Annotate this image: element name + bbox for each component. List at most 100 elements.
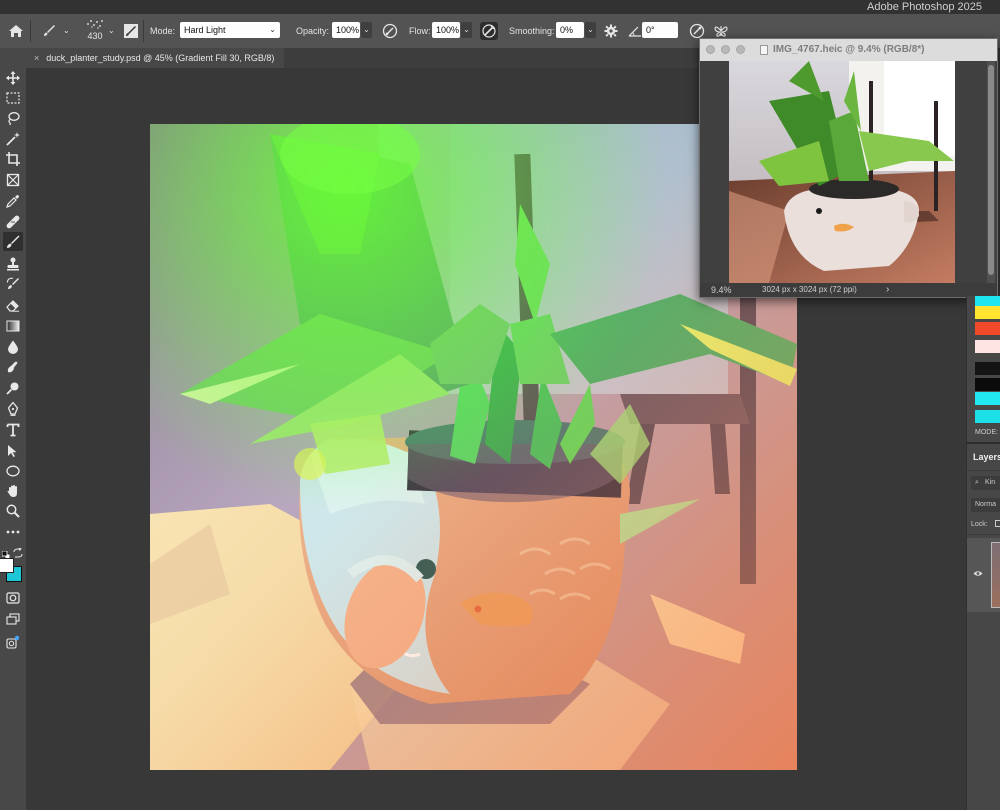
lock-label: Lock: xyxy=(971,521,988,528)
opacity-label: Opacity: xyxy=(296,26,330,36)
path-selection-icon[interactable] xyxy=(3,441,23,460)
mode-label: Mode: xyxy=(150,26,176,36)
opacity-dropdown[interactable]: ⌄ xyxy=(361,22,372,38)
dodge-tool-icon[interactable] xyxy=(3,378,23,397)
eraser-icon[interactable] xyxy=(3,295,23,314)
color-swatch[interactable] xyxy=(975,340,1000,353)
brush-settings-panel-icon[interactable] xyxy=(122,22,140,40)
divider xyxy=(967,534,1000,535)
close-window-icon[interactable] xyxy=(706,45,715,54)
layer-filter-kind: Kin xyxy=(985,479,996,486)
airbrush-icon[interactable] xyxy=(480,22,498,40)
healing-brush-icon[interactable] xyxy=(3,212,23,231)
home-icon[interactable] xyxy=(7,22,25,40)
history-brush-icon[interactable] xyxy=(3,274,23,293)
swatches-panel: MODE: xyxy=(967,296,1000,441)
document-icon xyxy=(760,45,768,55)
move-tool-icon[interactable] xyxy=(3,68,23,87)
document-tab-bar: × duck_planter_study.psd @ 45% (Gradient … xyxy=(26,48,698,68)
reference-dimensions: 3024 px x 3024 px (72 ppi) xyxy=(762,285,857,294)
brush-tool-preset-icon[interactable] xyxy=(40,22,58,40)
close-icon[interactable]: × xyxy=(34,53,39,63)
smoothing-dropdown[interactable]: ⌄ xyxy=(585,22,596,38)
reference-window-title: IMG_4767.heic @ 9.4% (RGB/8*) xyxy=(773,44,925,55)
layers-panel-title[interactable]: Layers xyxy=(973,452,1000,462)
mode-select-value: Hard Light xyxy=(184,25,226,35)
marquee-tool-icon[interactable] xyxy=(3,88,23,107)
gradient-tool-icon[interactable] xyxy=(3,316,23,335)
flow-field[interactable]: 100% xyxy=(432,22,460,38)
gear-icon[interactable] xyxy=(602,22,620,40)
lock-transparency-icon[interactable] xyxy=(995,520,1000,527)
divider xyxy=(143,20,144,42)
eyedropper-icon[interactable] xyxy=(3,191,23,210)
lasso-tool-icon[interactable] xyxy=(3,108,23,127)
foreground-color-swatch[interactable] xyxy=(0,558,14,573)
frame-tool-icon[interactable] xyxy=(3,170,23,189)
flow-label: Flow: xyxy=(409,26,431,36)
mode-label: MODE: xyxy=(975,429,998,436)
screen-mode-icon[interactable] xyxy=(3,609,23,628)
zoom-tool-icon[interactable] xyxy=(3,501,23,520)
brush-tool-icon[interactable] xyxy=(3,232,23,251)
tools-panel xyxy=(0,48,26,810)
reference-status-bar: 9.4% 3024 px x 3024 px (72 ppi) › xyxy=(700,283,997,297)
quick-mask-icon[interactable] xyxy=(3,588,23,607)
pen-tool-icon[interactable] xyxy=(3,399,23,418)
layers-panel: Layers ⌕ Kin Norma Lock: xyxy=(967,446,1000,810)
chevron-down-icon[interactable]: ⌄ xyxy=(108,14,115,48)
smoothing-label: Smoothing: xyxy=(509,26,555,36)
opacity-field[interactable]: 100% xyxy=(332,22,360,38)
mode-select[interactable]: Hard Light ⌄ xyxy=(180,22,280,38)
scrollbar-thumb[interactable] xyxy=(988,65,994,275)
angle-field[interactable]: 0° xyxy=(642,22,678,38)
layer-filter-search[interactable]: ⌕ Kin xyxy=(971,476,1000,490)
brush-size-value: 430 xyxy=(87,31,103,41)
blend-mode-value: Norma xyxy=(975,501,997,508)
chevron-down-icon[interactable]: ⌄ xyxy=(63,14,70,48)
swap-colors-icon[interactable] xyxy=(13,545,23,558)
generative-fill-icon[interactable] xyxy=(3,632,23,651)
document-tab-title: duck_planter_study.psd @ 45% (Gradient F… xyxy=(46,53,275,63)
default-colors-icon[interactable] xyxy=(1,546,11,560)
ellipse-tool-icon[interactable] xyxy=(3,461,23,480)
blend-mode-select[interactable]: Norma xyxy=(971,498,1000,512)
pressure-opacity-icon[interactable] xyxy=(381,22,399,40)
color-swatch[interactable] xyxy=(975,362,1000,375)
reference-photo xyxy=(729,61,955,283)
app-title: Adobe Photoshop 2025 xyxy=(867,1,982,13)
more-tools-icon[interactable] xyxy=(3,522,23,541)
divider xyxy=(30,20,31,42)
flow-dropdown[interactable]: ⌄ xyxy=(461,22,472,38)
smoothing-field[interactable]: 0% xyxy=(556,22,584,38)
smudge-tool-icon[interactable] xyxy=(3,357,23,376)
brush-size-picker[interactable]: 430 xyxy=(82,17,108,47)
clone-stamp-icon[interactable] xyxy=(3,254,23,273)
color-swatch[interactable] xyxy=(975,392,1000,405)
layer-row[interactable] xyxy=(967,538,1000,612)
eye-icon[interactable] xyxy=(973,570,983,579)
color-swatch[interactable] xyxy=(975,306,1000,319)
reference-zoom[interactable]: 9.4% xyxy=(711,283,732,297)
chevron-down-icon: ⌄ xyxy=(269,25,276,34)
search-icon: ⌕ xyxy=(975,479,979,486)
crop-tool-icon[interactable] xyxy=(3,149,23,168)
color-swatch[interactable] xyxy=(975,378,1000,391)
status-menu-arrow[interactable]: › xyxy=(886,283,889,297)
color-swatch[interactable] xyxy=(975,410,1000,423)
panel-divider xyxy=(967,442,1000,444)
maximize-window-icon[interactable] xyxy=(736,45,745,54)
right-panels: MODE: Layers ⌕ Kin Norma Lock: xyxy=(966,296,1000,810)
reference-window-title-bar[interactable]: IMG_4767.heic @ 9.4% (RGB/8*) xyxy=(700,39,997,61)
reference-image-window[interactable]: IMG_4767.heic @ 9.4% (RGB/8*) 9.4% 3024 … xyxy=(699,38,998,298)
document-tab[interactable]: × duck_planter_study.psd @ 45% (Gradient … xyxy=(26,48,285,68)
minimize-window-icon[interactable] xyxy=(721,45,730,54)
blur-tool-icon[interactable] xyxy=(3,337,23,356)
reference-scrollbar[interactable] xyxy=(987,61,995,283)
app-title-bar: Adobe Photoshop 2025 xyxy=(0,0,1000,14)
type-tool-icon[interactable] xyxy=(3,420,23,439)
magic-wand-icon[interactable] xyxy=(3,129,23,148)
color-swatch[interactable] xyxy=(975,322,1000,335)
brush-tip-icon xyxy=(87,20,103,29)
hand-tool-icon[interactable] xyxy=(3,481,23,500)
